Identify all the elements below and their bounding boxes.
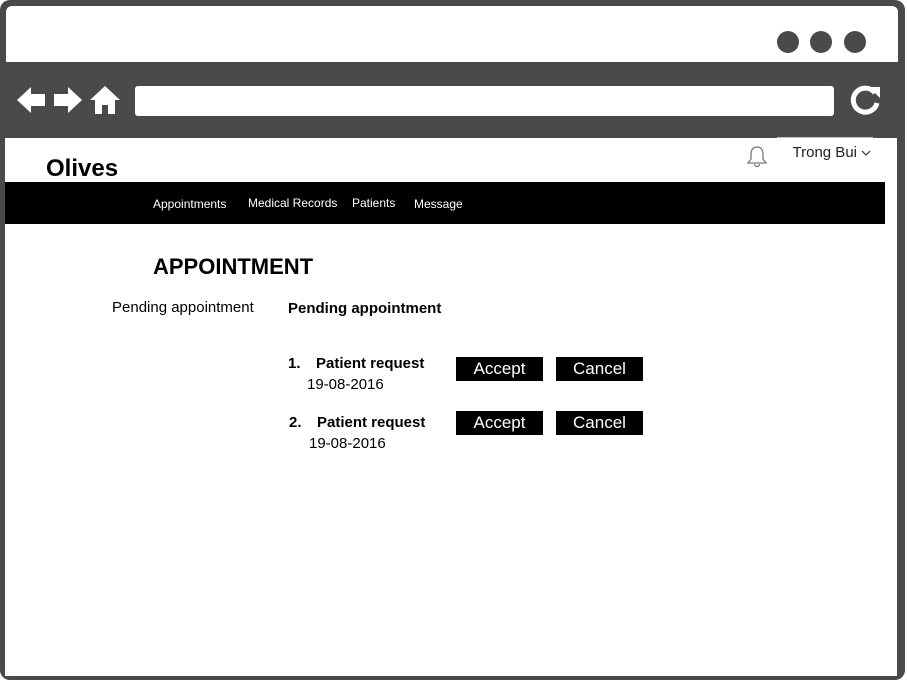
section-title: Pending appointment	[288, 300, 442, 317]
request-label: Patient request	[317, 414, 426, 431]
nav-medical-records[interactable]: Medical Records	[248, 196, 337, 210]
reload-icon[interactable]	[849, 84, 881, 116]
side-menu-pending[interactable]: Pending appointment	[112, 299, 254, 316]
window-dot[interactable]	[810, 31, 832, 53]
browser-window: Olives Trong Bui Appointments Medical Re…	[0, 0, 905, 680]
bell-icon[interactable]	[747, 145, 767, 167]
chevron-down-icon	[861, 150, 871, 156]
user-name: Trong Bui	[792, 144, 857, 161]
request-title: 1. Patient request	[288, 355, 424, 372]
user-menu[interactable]: Trong Bui	[777, 137, 873, 167]
accept-button[interactable]: Accept	[456, 357, 543, 381]
url-bar[interactable]	[135, 86, 834, 116]
accept-button[interactable]: Accept	[456, 411, 543, 435]
request-number: 2.	[289, 414, 302, 431]
request-date: 19-08-2016	[307, 376, 384, 393]
nav-message[interactable]: Message	[414, 197, 463, 211]
window-dot[interactable]	[777, 31, 799, 53]
page-viewport: Olives Trong Bui Appointments Medical Re…	[5, 137, 897, 676]
page-title: APPOINTMENT	[153, 254, 314, 279]
nav-patients[interactable]: Patients	[352, 196, 395, 210]
home-icon[interactable]	[89, 84, 121, 116]
cancel-button[interactable]: Cancel	[556, 411, 643, 435]
request-number: 1.	[288, 355, 301, 372]
main-navbar: Appointments Medical Records Patients Me…	[5, 182, 885, 224]
request-label: Patient request	[316, 355, 425, 372]
cancel-button[interactable]: Cancel	[556, 357, 643, 381]
window-dot[interactable]	[844, 31, 866, 53]
nav-appointments[interactable]: Appointments	[153, 197, 226, 211]
request-date: 19-08-2016	[309, 435, 386, 452]
forward-arrow-icon[interactable]	[52, 84, 84, 116]
request-title: 2. Patient request	[289, 414, 425, 431]
browser-titlebar	[6, 6, 898, 62]
app-logo[interactable]: Olives	[46, 155, 118, 183]
back-arrow-icon[interactable]	[15, 84, 47, 116]
